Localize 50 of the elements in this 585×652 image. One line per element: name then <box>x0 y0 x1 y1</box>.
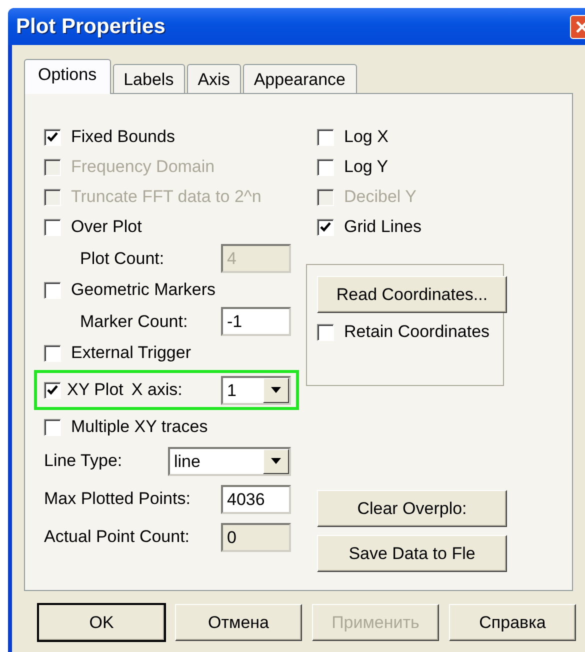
field-label: Plot Count: <box>80 248 164 268</box>
window-title: Plot Properties <box>16 14 166 38</box>
checkbox-label: Fixed Bounds <box>71 127 175 147</box>
checkbox[interactable] <box>44 382 61 398</box>
checkbox-label: Frequency Domain <box>71 157 215 177</box>
checkbox-label: Decibel Y <box>344 187 416 207</box>
tab[interactable]: Options <box>24 59 111 94</box>
checkbox[interactable] <box>44 344 61 362</box>
read-coordinates-button[interactable]: Read Coordinates... <box>317 276 507 313</box>
checkbox[interactable] <box>44 282 61 298</box>
dropdown-field[interactable]: 1 <box>221 376 291 404</box>
input-field[interactable]: 4036 <box>221 484 291 514</box>
close-icon <box>576 20 585 32</box>
checkbox-label: Over Plot <box>71 217 142 237</box>
field-label: Actual Point Count: <box>44 527 190 547</box>
checkbox[interactable] <box>317 128 334 146</box>
checkbox-label: XY Plot <box>67 380 124 400</box>
dialog-button[interactable]: Справка <box>449 604 576 641</box>
checkbox[interactable] <box>44 128 61 146</box>
dialog-button[interactable]: OK <box>38 604 165 641</box>
field-label: Line Type: <box>44 451 122 471</box>
field-label: Marker Count: <box>80 312 188 332</box>
down-arrow-icon <box>271 458 281 464</box>
checkbox[interactable] <box>317 158 334 176</box>
checkbox[interactable] <box>317 218 334 236</box>
input-field[interactable]: 0 <box>221 522 291 552</box>
checkbox-label: Grid Lines <box>344 217 422 237</box>
checkbox[interactable] <box>317 324 334 340</box>
dropdown-button[interactable] <box>263 378 289 402</box>
checkbox-label: Geometric Markers <box>71 280 216 300</box>
dialog-button[interactable]: Отмена <box>175 604 302 641</box>
checkbox-label: Multiple XY traces <box>71 417 208 437</box>
field-label: Max Plotted Points: <box>44 489 190 509</box>
input-field[interactable]: -1 <box>221 307 291 336</box>
tab[interactable]: Axis <box>186 64 241 93</box>
checkbox-label: Retain Coordinates <box>344 322 490 342</box>
dropdown-field[interactable]: line <box>168 446 291 476</box>
checkbox-label: Log X <box>344 127 388 147</box>
field-label: X axis: <box>131 380 182 400</box>
checkbox[interactable] <box>44 418 61 436</box>
dropdown-button[interactable] <box>263 448 289 474</box>
down-arrow-icon <box>271 387 281 393</box>
checkbox-label: External Trigger <box>71 343 191 363</box>
action-button[interactable]: Save Data to Fle <box>317 535 507 572</box>
checkbox-label: Log Y <box>344 157 388 177</box>
tab[interactable]: Labels <box>112 64 185 93</box>
action-button[interactable]: Clear Overplo: <box>317 490 507 527</box>
checkbox-label: Truncate FFT data to 2^n <box>71 187 262 207</box>
checkbox[interactable] <box>44 218 61 236</box>
tab[interactable]: Appearance <box>242 64 357 93</box>
